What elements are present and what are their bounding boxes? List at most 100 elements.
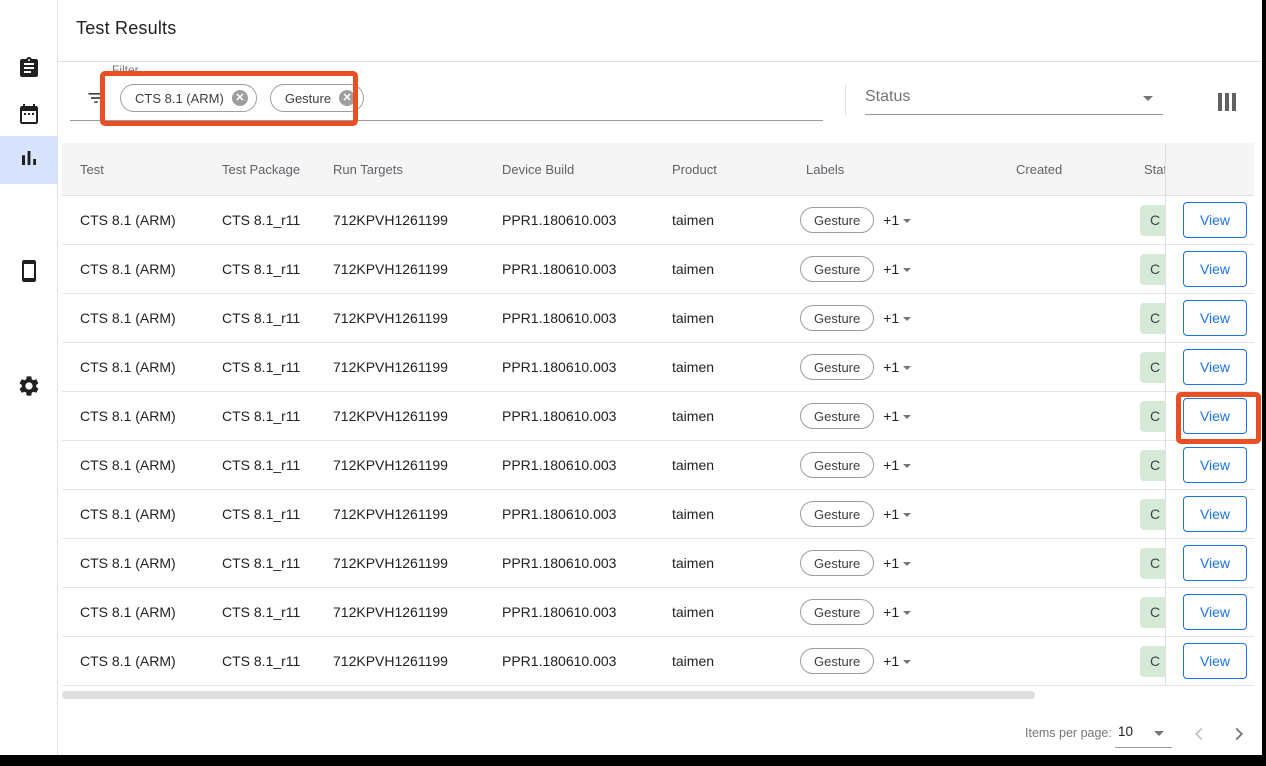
label-chip[interactable]: Gesture bbox=[800, 501, 874, 527]
cell-device-build: PPR1.180610.003 bbox=[502, 539, 616, 587]
window-edge-right bbox=[1262, 0, 1266, 766]
cell-labels: Gesture +1 bbox=[800, 196, 911, 244]
chevron-down-icon[interactable] bbox=[903, 317, 911, 321]
chevron-down-icon[interactable] bbox=[903, 268, 911, 272]
label-chip[interactable]: Gesture bbox=[800, 452, 874, 478]
cell-run-targets: 712KPVH1261199 bbox=[333, 245, 448, 293]
view-button[interactable]: View bbox=[1183, 349, 1247, 385]
more-labels[interactable]: +1 bbox=[883, 604, 899, 620]
view-button[interactable]: View bbox=[1183, 398, 1247, 434]
more-labels[interactable]: +1 bbox=[883, 457, 899, 473]
view-button[interactable]: View bbox=[1183, 447, 1247, 483]
horizontal-scrollbar[interactable] bbox=[62, 691, 1035, 699]
chevron-down-icon[interactable] bbox=[1154, 731, 1164, 736]
label-chip[interactable]: Gesture bbox=[800, 403, 874, 429]
cell-test-package: CTS 8.1_r11 bbox=[222, 588, 300, 636]
status-badge-text: C bbox=[1140, 401, 1165, 432]
table-row: CTS 8.1 (ARM) CTS 8.1_r11 712KPVH1261199… bbox=[62, 539, 1254, 588]
status-badge-text: C bbox=[1140, 205, 1165, 236]
cell-device-build: PPR1.180610.003 bbox=[502, 196, 616, 244]
filter-chip-input[interactable]: CTS 8.1 (ARM) ✕ Gesture ✕ bbox=[120, 84, 364, 112]
status-select[interactable]: Status bbox=[865, 88, 1163, 110]
chevron-right-icon bbox=[1228, 723, 1250, 745]
more-labels[interactable]: +1 bbox=[883, 310, 899, 326]
cell-device-build: PPR1.180610.003 bbox=[502, 245, 616, 293]
cell-test: CTS 8.1 (ARM) bbox=[80, 343, 176, 391]
window-edge-bottom bbox=[0, 755, 1266, 766]
more-labels[interactable]: +1 bbox=[883, 212, 899, 228]
cell-test: CTS 8.1 (ARM) bbox=[80, 294, 176, 342]
sidebar-item-test-plans[interactable] bbox=[0, 46, 57, 94]
view-button[interactable]: View bbox=[1183, 202, 1247, 238]
cell-run-targets: 712KPVH1261199 bbox=[333, 637, 448, 685]
cell-labels: Gesture +1 bbox=[800, 245, 911, 293]
label-chip[interactable]: Gesture bbox=[800, 305, 874, 331]
cell-product: taimen bbox=[672, 294, 714, 342]
sidebar-item-test-results[interactable] bbox=[0, 136, 57, 184]
filter-field-underline bbox=[70, 120, 823, 121]
more-labels[interactable]: +1 bbox=[883, 359, 899, 375]
chevron-down-icon[interactable] bbox=[903, 513, 911, 517]
cell-test-package: CTS 8.1_r11 bbox=[222, 343, 300, 391]
cell-labels: Gesture +1 bbox=[800, 294, 911, 342]
cell-run-targets: 712KPVH1261199 bbox=[333, 441, 448, 489]
page-title: Test Results bbox=[76, 18, 176, 39]
filter-chip-label: CTS 8.1 (ARM) bbox=[135, 91, 224, 106]
more-labels[interactable]: +1 bbox=[883, 506, 899, 522]
cell-product: taimen bbox=[672, 245, 714, 293]
bar-chart-icon bbox=[17, 146, 41, 175]
previous-page-button[interactable] bbox=[1186, 722, 1212, 748]
cell-device-build: PPR1.180610.003 bbox=[502, 637, 616, 685]
status-badge: C bbox=[1140, 450, 1165, 481]
view-button[interactable]: View bbox=[1183, 545, 1247, 581]
cell-test: CTS 8.1 (ARM) bbox=[80, 588, 176, 636]
chevron-down-icon[interactable] bbox=[903, 219, 911, 223]
cell-product: taimen bbox=[672, 539, 714, 587]
cell-run-targets: 712KPVH1261199 bbox=[333, 392, 448, 440]
sidebar-item-devices[interactable] bbox=[0, 249, 57, 297]
chevron-down-icon[interactable] bbox=[903, 611, 911, 615]
sidebar-item-schedule[interactable] bbox=[0, 92, 57, 140]
sidebar-item-settings[interactable] bbox=[0, 364, 57, 412]
label-chip[interactable]: Gesture bbox=[800, 256, 874, 282]
more-labels[interactable]: +1 bbox=[883, 408, 899, 424]
results-table: Test Test Package Run Targets Device Bui… bbox=[62, 143, 1254, 686]
page-header: Test Results bbox=[58, 0, 1262, 62]
filter-chip-cts[interactable]: CTS 8.1 (ARM) ✕ bbox=[120, 84, 257, 112]
label-chip[interactable]: Gesture bbox=[800, 599, 874, 625]
more-labels[interactable]: +1 bbox=[883, 555, 899, 571]
more-labels[interactable]: +1 bbox=[883, 653, 899, 669]
cell-device-build: PPR1.180610.003 bbox=[502, 294, 616, 342]
view-button[interactable]: View bbox=[1183, 300, 1247, 336]
view-columns-icon[interactable] bbox=[1218, 93, 1236, 111]
chevron-down-icon[interactable] bbox=[903, 366, 911, 370]
cancel-icon[interactable]: ✕ bbox=[232, 90, 248, 106]
column-header-device-build: Device Build bbox=[502, 143, 574, 196]
cancel-icon[interactable]: ✕ bbox=[339, 90, 355, 106]
view-button[interactable]: View bbox=[1183, 496, 1247, 532]
column-header-created: Created bbox=[1016, 143, 1062, 196]
more-labels[interactable]: +1 bbox=[883, 261, 899, 277]
cell-run-targets: 712KPVH1261199 bbox=[333, 588, 448, 636]
view-button[interactable]: View bbox=[1183, 594, 1247, 630]
status-badge-text: C bbox=[1140, 646, 1165, 677]
chevron-down-icon[interactable] bbox=[903, 415, 911, 419]
chevron-down-icon[interactable] bbox=[903, 464, 911, 468]
label-chip[interactable]: Gesture bbox=[800, 550, 874, 576]
view-button[interactable]: View bbox=[1183, 251, 1247, 287]
view-button[interactable]: View bbox=[1183, 643, 1247, 679]
cell-run-targets: 712KPVH1261199 bbox=[333, 490, 448, 538]
smartphone-icon bbox=[17, 259, 41, 288]
label-chip[interactable]: Gesture bbox=[800, 207, 874, 233]
table-body: CTS 8.1 (ARM) CTS 8.1_r11 712KPVH1261199… bbox=[62, 196, 1254, 686]
label-chip[interactable]: Gesture bbox=[800, 354, 874, 380]
next-page-button[interactable] bbox=[1226, 722, 1252, 748]
table-header: Test Test Package Run Targets Device Bui… bbox=[62, 143, 1254, 196]
label-chip[interactable]: Gesture bbox=[800, 648, 874, 674]
filter-chip-gesture[interactable]: Gesture ✕ bbox=[270, 84, 364, 112]
status-badge-text: C bbox=[1140, 450, 1165, 481]
chevron-down-icon[interactable] bbox=[903, 562, 911, 566]
chevron-down-icon[interactable] bbox=[903, 660, 911, 664]
status-badge-text: C bbox=[1140, 303, 1165, 334]
items-per-page-select[interactable]: 10 bbox=[1118, 724, 1133, 739]
